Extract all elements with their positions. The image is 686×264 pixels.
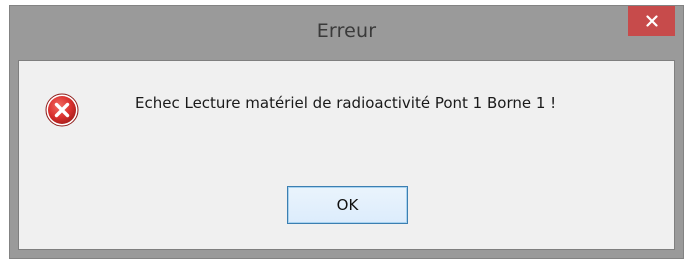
close-icon — [645, 15, 658, 27]
error-icon — [45, 93, 79, 127]
ok-button[interactable]: OK — [287, 186, 408, 224]
title-bar[interactable]: Erreur — [10, 6, 683, 60]
close-button[interactable] — [628, 6, 675, 36]
dialog-title: Erreur — [316, 20, 377, 42]
dialog-body: Echec Lecture matériel de radioactivité … — [18, 60, 675, 250]
error-dialog: Erreur Echec Lecture matériel de radioac… — [9, 5, 684, 259]
error-message: Echec Lecture matériel de radioactivité … — [135, 94, 557, 112]
